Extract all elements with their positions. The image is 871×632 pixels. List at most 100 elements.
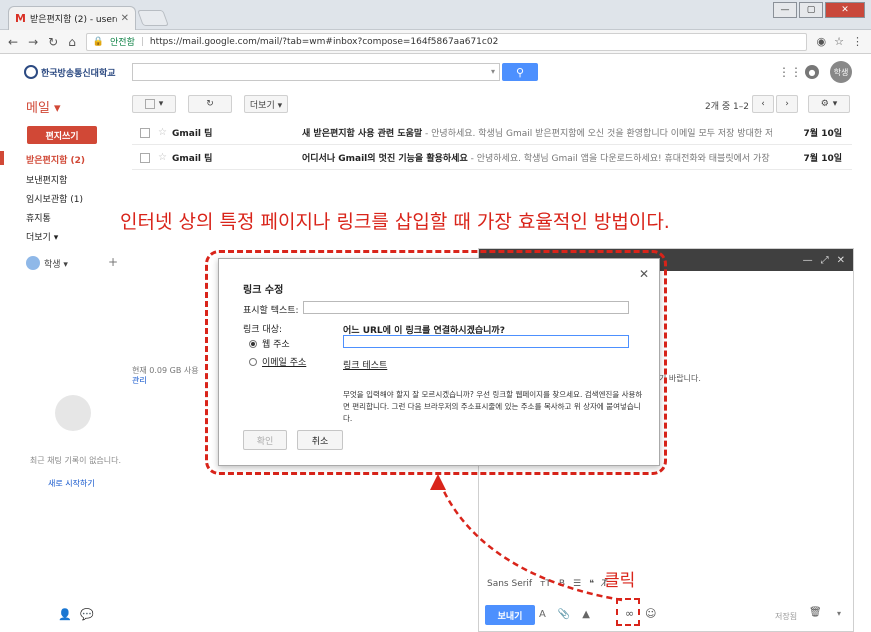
tab-title: 받은편지함 (2) - user@ bbox=[29, 15, 117, 25]
user-avatar-icon bbox=[26, 256, 40, 270]
mail-date: 7월 10일 bbox=[803, 129, 842, 139]
mail-snippet: - 안녕하세요. 학생님 Gmail 앱을 다운로드하세요! 휴대전화와 태블릿… bbox=[467, 154, 772, 164]
list-icon[interactable]: ☰ bbox=[573, 579, 581, 589]
bold-icon[interactable]: B bbox=[559, 579, 565, 589]
send-button[interactable]: 보내기 bbox=[485, 605, 535, 625]
mail-subject-text: 새 받은편지함 사용 관련 도움말 bbox=[302, 129, 423, 139]
click-annotation: 클릭 bbox=[604, 571, 636, 591]
user-name: 학생 ▾ bbox=[44, 259, 68, 270]
next-page-button[interactable]: › bbox=[776, 95, 798, 113]
radio-email-address[interactable]: 이메일 주소 bbox=[249, 355, 306, 368]
mail-sender: Gmail 팀 bbox=[172, 154, 213, 164]
hangouts-user[interactable]: 학생 ▾ bbox=[26, 256, 68, 270]
radio-email-icon[interactable] bbox=[249, 357, 257, 366]
mail-switcher[interactable]: 메일 ▾ bbox=[26, 97, 61, 116]
chat-empty-text: 최근 채팅 기록이 없습니다. bbox=[29, 456, 122, 465]
forward-icon[interactable]: → bbox=[28, 35, 38, 49]
table-row[interactable]: ☆ Gmail 팀 새 받은편지함 사용 관련 도움말 - 안녕하세요. 학생님… bbox=[132, 121, 852, 145]
search-icon: ⚲ bbox=[515, 65, 525, 79]
page-count: 2개 중 1–2 bbox=[705, 102, 749, 112]
mail-snippet: - 안녕하세요. 학생님 Gmail 받은편지함에 오신 것을 환영합니다 이메… bbox=[422, 129, 772, 139]
font-select[interactable]: Sans Serif bbox=[487, 579, 532, 589]
emoji-icon[interactable]: ☺ bbox=[645, 607, 656, 620]
font-size-icon[interactable]: тT bbox=[540, 579, 551, 589]
sidebar-item-trash[interactable]: 휴지통 bbox=[26, 211, 51, 224]
text-format-icon[interactable]: A bbox=[539, 609, 546, 620]
attach-icon[interactable]: 📎 bbox=[558, 609, 570, 620]
url-input[interactable] bbox=[343, 335, 629, 348]
radio-web-icon[interactable] bbox=[249, 339, 257, 348]
quote-icon[interactable]: ❝ bbox=[589, 579, 594, 589]
gmail-favicon-icon: M bbox=[15, 12, 26, 25]
saved-status: 저장됨 bbox=[775, 612, 798, 621]
star-icon[interactable]: ☆ bbox=[158, 152, 167, 163]
reload-icon[interactable]: ↻ bbox=[48, 35, 58, 49]
mail-date: 7월 10일 bbox=[803, 154, 842, 164]
compose-button[interactable]: 편지쓰기 bbox=[27, 126, 97, 144]
address-bar-actions: ◉ ☆ ⋮ bbox=[817, 35, 863, 48]
back-icon[interactable]: ← bbox=[8, 35, 18, 49]
refresh-button[interactable]: ↻ bbox=[188, 95, 232, 113]
university-logo[interactable]: 한국방송통신대학교 bbox=[24, 65, 116, 79]
gmail-header: 한국방송통신대학교 ▾ ⚲ ⋮⋮⋮ ● 학생 bbox=[0, 55, 871, 91]
discard-draft-icon[interactable]: 🗑 bbox=[809, 607, 822, 618]
prev-page-button[interactable]: ‹ bbox=[752, 95, 774, 113]
search-button[interactable]: ⚲ bbox=[502, 63, 538, 81]
gear-icon: ⚙ bbox=[820, 99, 829, 109]
avatar[interactable]: 학생 bbox=[830, 61, 852, 83]
close-icon[interactable]: ✕ bbox=[639, 267, 649, 281]
close-window-button[interactable]: ✕ bbox=[825, 2, 865, 18]
lock-icon: 🔒 bbox=[92, 36, 105, 47]
maximize-button[interactable]: ▢ bbox=[799, 2, 823, 18]
bookmark-star-icon[interactable]: ☆ bbox=[834, 35, 844, 48]
test-link[interactable]: 링크 테스트 bbox=[343, 358, 387, 371]
ok-button[interactable]: 확인 bbox=[243, 430, 287, 450]
sidebar-item-more[interactable]: 더보기 ▾ bbox=[26, 230, 58, 243]
person-icon[interactable]: 👤 bbox=[58, 608, 72, 621]
display-text-input[interactable] bbox=[303, 301, 629, 314]
tab-close-icon[interactable]: ✕ bbox=[121, 13, 129, 24]
chevron-down-icon: ▾ bbox=[832, 99, 838, 109]
cancel-button[interactable]: 취소 bbox=[297, 430, 343, 450]
email-address-label: 이메일 주소 bbox=[262, 358, 307, 368]
minimize-button[interactable]: — bbox=[773, 2, 797, 18]
row-checkbox[interactable] bbox=[140, 152, 150, 163]
mail-sender: Gmail 팀 bbox=[172, 129, 213, 139]
search-options-icon[interactable]: ▾ bbox=[491, 67, 495, 76]
storage-manage-link[interactable]: 관리 bbox=[132, 375, 147, 386]
home-icon[interactable]: ⌂ bbox=[68, 35, 76, 49]
plus-icon[interactable]: + bbox=[108, 255, 118, 269]
star-icon[interactable]: ☆ bbox=[158, 127, 167, 138]
more-options-icon[interactable]: ▾ bbox=[837, 609, 841, 618]
sidebar-item-sent[interactable]: 보낸편지함 bbox=[26, 173, 67, 186]
sidebar-item-drafts[interactable]: 임시보관함 (1) bbox=[26, 192, 83, 205]
menu-dots-icon[interactable]: ⋮ bbox=[852, 35, 863, 48]
search-input[interactable]: ▾ bbox=[132, 63, 500, 81]
logo-emblem-icon bbox=[24, 65, 38, 79]
edit-link-dialog: ✕ 링크 수정 표시할 텍스트: 링크 대상: 웹 주소 이메일 주소 어느 U… bbox=[218, 258, 660, 466]
chat-bubble-icon bbox=[55, 395, 91, 431]
expand-icon[interactable]: ⤢ bbox=[821, 255, 829, 266]
compose-bottom-tools: A 📎 ▲ bbox=[539, 609, 590, 620]
minimize-icon[interactable]: — bbox=[803, 255, 813, 266]
browser-tab[interactable]: M 받은편지함 (2) - user@ ✕ bbox=[8, 6, 136, 30]
settings-button[interactable]: ⚙ ▾ bbox=[808, 95, 850, 113]
format-toolbar: Sans Serif тT B ☰ ❝ T̸ bbox=[487, 579, 607, 589]
notification-icon[interactable]: ● bbox=[805, 65, 819, 79]
more-button[interactable]: 더보기 ▾ bbox=[244, 95, 288, 113]
close-icon[interactable]: ✕ bbox=[837, 255, 845, 266]
arrow-head bbox=[430, 474, 446, 490]
table-row[interactable]: ☆ Gmail 팀 어디서나 Gmail의 멋진 기능을 활용하세요 - 안녕하… bbox=[132, 146, 852, 170]
row-checkbox[interactable] bbox=[140, 127, 150, 138]
new-tab-button[interactable] bbox=[137, 10, 169, 26]
eye-icon[interactable]: ◉ bbox=[817, 35, 827, 48]
hangouts-icon[interactable]: 💬 bbox=[80, 608, 94, 621]
radio-web-address[interactable]: 웹 주소 bbox=[249, 337, 290, 350]
address-bar: ← → ↻ ⌂ 🔒 안전함 | https://mail.google.com/… bbox=[0, 30, 871, 54]
drive-icon[interactable]: ▲ bbox=[582, 609, 590, 620]
sidebar-item-inbox[interactable]: 받은편지함 (2) bbox=[26, 153, 85, 166]
chat-start-link[interactable]: 새로 시작하기 bbox=[48, 478, 95, 489]
url-input[interactable]: 🔒 안전함 | https://mail.google.com/mail/?ta… bbox=[85, 32, 807, 51]
select-all-button[interactable]: ▾ bbox=[132, 95, 176, 113]
link-target-label: 링크 대상: bbox=[243, 325, 283, 335]
